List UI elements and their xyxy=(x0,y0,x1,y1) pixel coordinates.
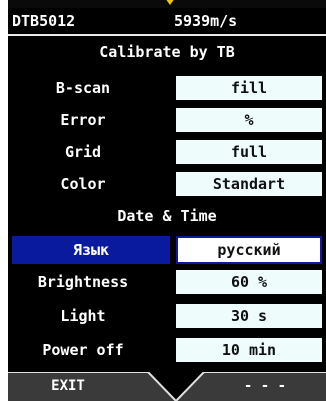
color-label: Color xyxy=(60,175,106,193)
poweroff-label: Power off xyxy=(42,341,124,359)
probe-name: DTB5012 xyxy=(12,12,76,30)
exit-button[interactable]: EXIT xyxy=(8,372,128,401)
language-value[interactable]: русский xyxy=(176,236,322,264)
down-arrow-icon xyxy=(165,0,175,5)
menu-item-grid[interactable]: Grid full xyxy=(8,136,326,168)
grid-label: Grid xyxy=(64,143,102,161)
poweroff-value[interactable]: 10 min xyxy=(176,338,322,362)
velocity-value: 5939m/s xyxy=(174,12,238,30)
menu-item-datetime[interactable]: Date & Time xyxy=(8,200,326,232)
right-softkey-button[interactable]: - - - xyxy=(204,372,326,401)
language-label: Язык xyxy=(12,236,170,264)
device-frame: DTB5012 5939m/s Calibrate by TB B-scan f… xyxy=(0,0,326,401)
color-value[interactable]: Standart xyxy=(176,172,322,196)
light-value[interactable]: 30 s xyxy=(176,304,322,328)
menu-item-color[interactable]: Color Standart xyxy=(8,168,326,200)
grid-value[interactable]: full xyxy=(176,140,322,164)
datetime-label: Date & Time xyxy=(117,207,217,225)
bscan-value[interactable]: fill xyxy=(176,76,322,100)
light-label: Light xyxy=(60,307,106,325)
error-label: Error xyxy=(60,111,106,129)
menu-item-light[interactable]: Light 30 s xyxy=(8,300,326,332)
menu-item-calibrate[interactable]: Calibrate by TB xyxy=(8,36,326,68)
menu-item-error[interactable]: Error % xyxy=(8,104,326,136)
calibrate-label: Calibrate by TB xyxy=(99,43,235,61)
brightness-value[interactable]: 60 % xyxy=(176,270,322,294)
menu-item-language[interactable]: Язык русский xyxy=(8,234,326,266)
screen: DTB5012 5939m/s Calibrate by TB B-scan f… xyxy=(8,0,326,401)
menu-item-brightness[interactable]: Brightness 60 % xyxy=(8,266,326,298)
softkey-bar: EXIT - - - xyxy=(8,372,326,401)
bscan-label: B-scan xyxy=(55,79,111,97)
menu-item-poweroff[interactable]: Power off 10 min xyxy=(8,334,326,366)
menu-item-bscan[interactable]: B-scan fill xyxy=(8,72,326,104)
brightness-label: Brightness xyxy=(37,273,129,291)
error-value[interactable]: % xyxy=(176,108,322,132)
status-bar: DTB5012 5939m/s xyxy=(8,8,326,36)
